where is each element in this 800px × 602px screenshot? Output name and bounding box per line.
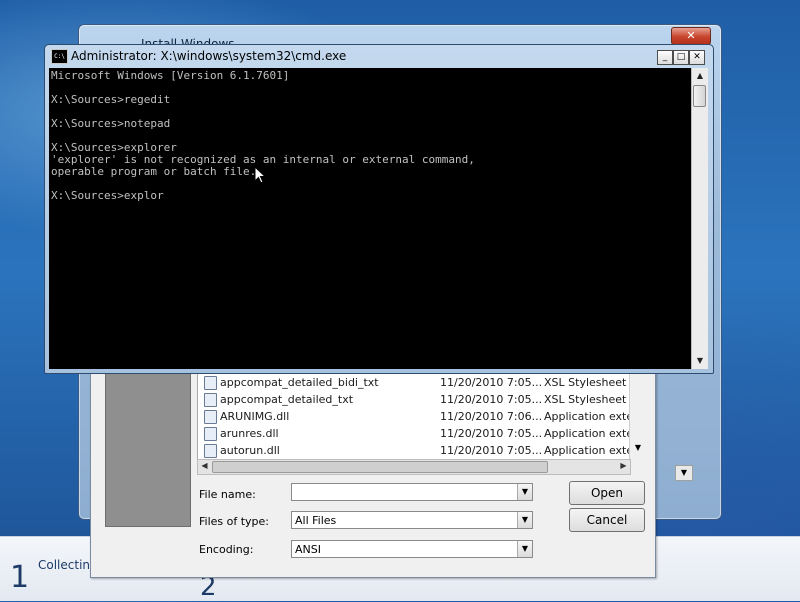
encoding-label: Encoding:: [199, 543, 254, 556]
scroll-up-icon[interactable]: ▲: [692, 68, 708, 84]
file-row[interactable]: ARUNIMG.dll 11/20/2010 7:06... Applicati…: [198, 408, 630, 425]
chevron-down-icon[interactable]: ▼: [517, 512, 532, 528]
mouse-pointer-icon: [254, 166, 266, 184]
maximize-button[interactable]: □: [673, 50, 689, 65]
scroll-down-icon[interactable]: ▼: [692, 353, 708, 369]
cmd-titlebar[interactable]: C:\ Administrator: X:\windows\system32\c…: [45, 45, 713, 67]
file-name: autorun.dll: [220, 444, 280, 457]
file-type: Application exte...: [544, 427, 630, 440]
cancel-button[interactable]: Cancel: [569, 508, 645, 532]
places-bar: [105, 367, 191, 527]
file-icon: [204, 376, 217, 390]
file-name: appcompat_detailed_bidi_txt: [220, 376, 379, 389]
file-type: Application exte...: [544, 444, 630, 457]
file-date: 11/20/2010 7:06...: [440, 410, 543, 423]
cmd-icon[interactable]: C:\: [51, 49, 68, 64]
encoding-select[interactable]: ANSI ▼: [291, 540, 533, 558]
open-file-dialog: appcompat_detailed_bidi_txt 11/20/2010 7…: [90, 342, 656, 578]
file-type: XSL Stylesheet: [544, 376, 627, 389]
file-icon: [204, 393, 217, 407]
console-scroll-thumb[interactable]: [693, 85, 706, 107]
file-name: arunres.dll: [220, 427, 279, 440]
console-output[interactable]: Microsoft Windows [Version 6.1.7601] X:\…: [49, 68, 691, 369]
minimize-button[interactable]: _: [657, 50, 673, 65]
step-label-collecting: Collecting: [38, 558, 98, 572]
file-date: 11/20/2010 7:05...: [440, 376, 543, 389]
file-row[interactable]: appcompat_detailed_txt 11/20/2010 7:05..…: [198, 391, 630, 408]
file-name-input[interactable]: ▼: [291, 483, 533, 501]
files-of-type-label: Files of type:: [199, 515, 270, 528]
cmd-window-title: Administrator: X:\windows\system32\cmd.e…: [71, 49, 347, 63]
open-button[interactable]: Open: [569, 481, 645, 505]
file-name: appcompat_detailed_txt: [220, 393, 354, 406]
chevron-down-icon[interactable]: ▼: [517, 541, 532, 557]
step-number-1: 1: [10, 560, 30, 595]
scroll-down-icon[interactable]: ▼: [631, 441, 645, 455]
file-date: 11/20/2010 7:05...: [440, 393, 543, 406]
file-name-label: File name:: [199, 488, 256, 501]
file-list-vertical-scrollbar[interactable]: ▼: [629, 373, 646, 459]
file-icon: [204, 410, 217, 424]
file-date: 11/20/2010 7:05...: [440, 427, 543, 440]
close-button[interactable]: ✕: [689, 50, 705, 65]
file-row[interactable]: autorun.dll 11/20/2010 7:05... Applicati…: [198, 442, 630, 459]
cmd-window: C:\ Administrator: X:\windows\system32\c…: [44, 44, 714, 374]
scroll-right-icon[interactable]: ▶: [617, 460, 630, 472]
file-row[interactable]: appcompat_detailed_bidi_txt 11/20/2010 7…: [198, 374, 630, 391]
file-icon: [204, 444, 217, 458]
encoding-value: ANSI: [295, 543, 321, 556]
chevron-down-icon[interactable]: ▼: [517, 484, 532, 500]
file-type: XSL Stylesheet: [544, 393, 627, 406]
scroll-left-icon[interactable]: ◀: [198, 460, 211, 472]
file-row[interactable]: arunres.dll 11/20/2010 7:05... Applicati…: [198, 425, 630, 442]
install-close-button[interactable]: ✕: [671, 27, 711, 45]
console-vertical-scrollbar[interactable]: ▲ ▼: [691, 68, 708, 369]
file-type: Application exte...: [544, 410, 630, 423]
file-name: ARUNIMG.dll: [220, 410, 290, 423]
horizontal-scroll-thumb[interactable]: [212, 461, 548, 473]
file-icon: [204, 427, 217, 441]
files-of-type-select[interactable]: All Files ▼: [291, 511, 533, 529]
scroll-down-icon[interactable]: ▼: [675, 465, 693, 481]
file-list-horizontal-scrollbar[interactable]: ◀ ▶: [197, 459, 631, 475]
file-list[interactable]: appcompat_detailed_bidi_txt 11/20/2010 7…: [197, 373, 631, 461]
file-date: 11/20/2010 7:05...: [440, 444, 543, 457]
install-scrollbar[interactable]: ▼: [675, 465, 693, 499]
files-of-type-value: All Files: [295, 514, 337, 527]
